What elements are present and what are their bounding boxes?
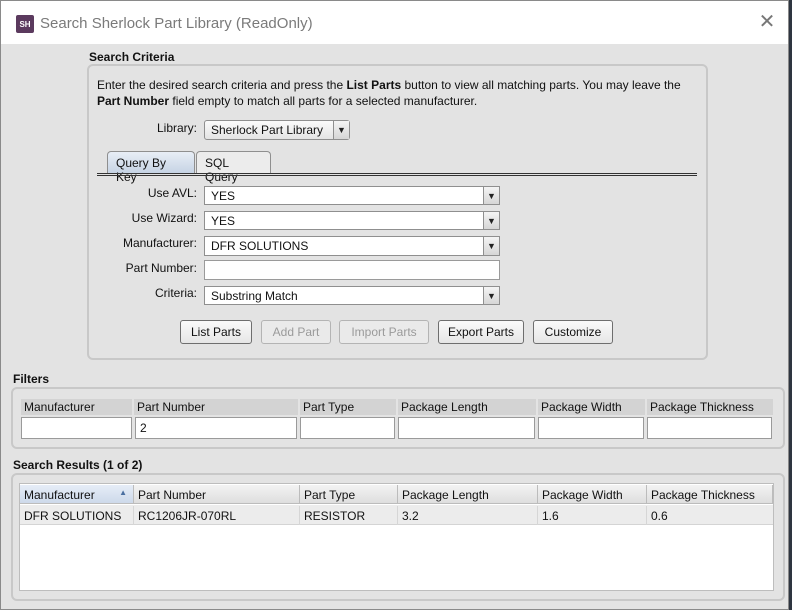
- library-label: Library:: [156, 121, 197, 135]
- results-header-part-number[interactable]: Part Number: [134, 485, 300, 504]
- filter-header-part-number: Part Number: [134, 399, 298, 415]
- filter-header-package-width: Package Width: [538, 399, 645, 415]
- import-parts-button[interactable]: Import Parts: [339, 320, 429, 344]
- filter-part-number-input[interactable]: 2: [135, 417, 297, 439]
- filter-package-width-input[interactable]: [538, 417, 644, 439]
- window-title: Search Sherlock Part Library (ReadOnly): [40, 15, 313, 32]
- manufacturer-label: Manufacturer:: [122, 236, 197, 250]
- results-header-manufacturer[interactable]: Manufacturer ▲: [20, 485, 134, 504]
- chevron-down-icon: ▼: [483, 187, 499, 204]
- row-package-width-cell[interactable]: 1.6: [538, 506, 647, 525]
- filter-header-manufacturer: Manufacturer: [21, 399, 132, 415]
- chevron-down-icon: ▼: [333, 121, 349, 139]
- search-results-title: Search Results (1 of 2): [13, 458, 143, 472]
- use-wizard-select[interactable]: YES ▼: [204, 211, 500, 230]
- filter-part-type-input[interactable]: [300, 417, 395, 439]
- use-avl-label: Use AVL:: [147, 186, 197, 200]
- search-criteria-title: Search Criteria: [89, 50, 175, 64]
- list-parts-button[interactable]: List Parts: [180, 320, 252, 344]
- filter-header-part-type: Part Type: [300, 399, 396, 415]
- row-manufacturer-cell[interactable]: DFR SOLUTIONS: [20, 506, 134, 525]
- add-part-button[interactable]: Add Part: [261, 320, 331, 344]
- filter-package-length-input[interactable]: [398, 417, 535, 439]
- criteria-label: Criteria:: [154, 286, 197, 300]
- customize-button[interactable]: Customize: [533, 320, 613, 344]
- results-header-package-length[interactable]: Package Length: [398, 485, 538, 504]
- results-header-package-width[interactable]: Package Width: [538, 485, 647, 504]
- tab-divider: [97, 173, 697, 176]
- manufacturer-select[interactable]: DFR SOLUTIONS ▼: [204, 236, 500, 256]
- export-parts-button[interactable]: Export Parts: [438, 320, 524, 344]
- sort-ascending-icon: ▲: [119, 488, 127, 497]
- app-logo-icon: SH: [16, 15, 34, 33]
- filter-manufacturer-input[interactable]: [21, 417, 132, 439]
- instructions-text: Enter the desired search criteria and pr…: [97, 78, 681, 108]
- filter-header-package-length: Package Length: [398, 399, 536, 415]
- results-header-package-thickness[interactable]: Package Thickness: [647, 485, 773, 504]
- use-avl-select[interactable]: YES ▼: [204, 186, 500, 205]
- chevron-down-icon: ▼: [483, 287, 499, 304]
- search-dialog: SH Search Sherlock Part Library (ReadOnl…: [0, 0, 789, 610]
- tab-query-by-key[interactable]: Query By Key: [107, 151, 195, 184]
- row-package-thickness-cell[interactable]: 0.6: [647, 506, 773, 525]
- row-part-type-cell[interactable]: RESISTOR: [300, 506, 398, 525]
- close-icon[interactable]: ✕: [756, 11, 778, 33]
- criteria-select[interactable]: Substring Match ▼: [204, 286, 500, 305]
- title-bar: SH Search Sherlock Part Library (ReadOnl…: [1, 1, 788, 44]
- use-wizard-label: Use Wizard:: [131, 211, 197, 225]
- part-number-input[interactable]: [204, 260, 500, 280]
- filter-package-thickness-input[interactable]: [647, 417, 772, 439]
- filters-title: Filters: [13, 372, 50, 386]
- filter-header-package-thickness: Package Thickness: [647, 399, 773, 415]
- chevron-down-icon: ▼: [483, 212, 499, 229]
- row-package-length-cell[interactable]: 3.2: [398, 506, 538, 525]
- part-number-label: Part Number:: [125, 261, 197, 275]
- row-part-number-cell[interactable]: RC1206JR-070RL: [134, 506, 300, 525]
- library-select[interactable]: Sherlock Part Library ▼: [204, 120, 350, 140]
- chevron-down-icon: ▼: [483, 237, 499, 255]
- results-header-part-type[interactable]: Part Type: [300, 485, 398, 504]
- tab-sql-query[interactable]: SQL Query: [196, 151, 271, 184]
